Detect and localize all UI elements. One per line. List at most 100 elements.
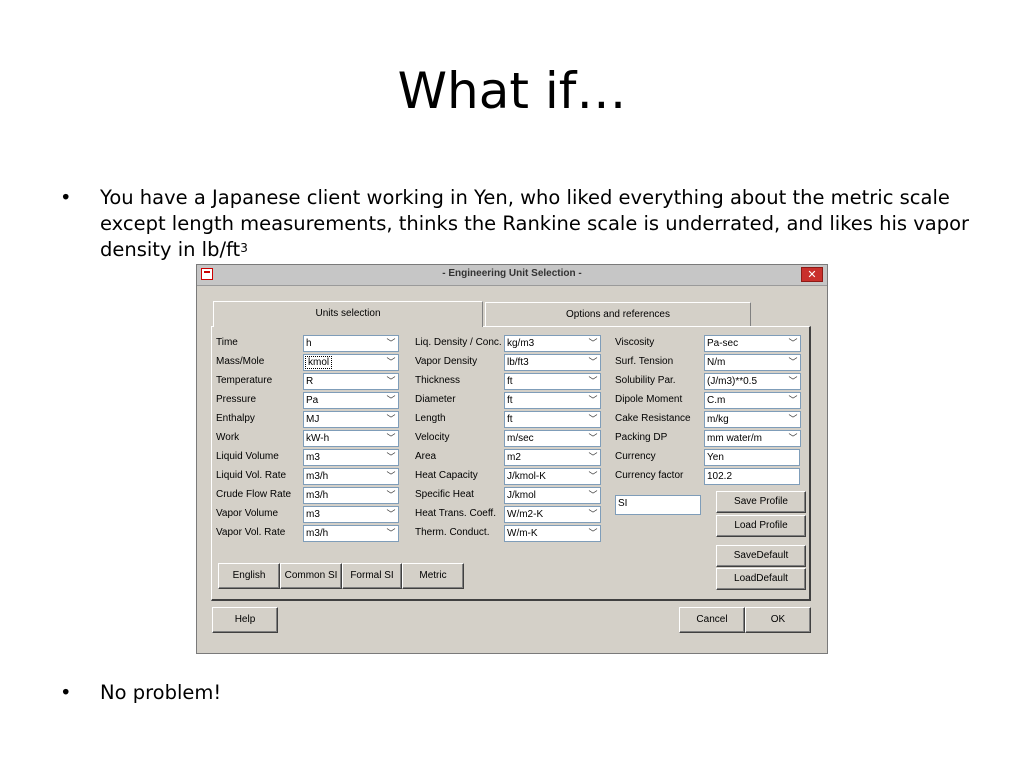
currency-label: Currency [615,451,656,462]
chevron-down-icon[interactable]: ﹀ [588,374,598,389]
unit-dropdown[interactable]: ft ﹀ [504,392,601,409]
chevron-down-icon[interactable]: ﹀ [386,355,396,370]
chevron-down-icon[interactable]: ﹀ [386,450,396,465]
dropdown-value: R [306,376,314,387]
unit-dropdown[interactable]: J/kmol ﹀ [504,487,601,504]
chevron-down-icon[interactable]: ﹀ [588,507,598,522]
bullet-text: No problem! [100,681,222,704]
help-button[interactable]: Help [212,607,278,633]
load-profile-button[interactable]: Load Profile [716,515,806,537]
unit-dropdown[interactable]: N/m ﹀ [704,354,801,371]
chevron-down-icon[interactable]: ﹀ [788,431,798,446]
unit-dropdown[interactable]: J/kmol-K ﹀ [504,468,601,485]
dropdown-value: lb/ft3 [507,357,529,368]
close-icon: ✕ [807,269,817,281]
formal-si-button[interactable]: Formal SI [342,563,402,589]
dropdown-value: m3 [306,509,320,520]
chevron-down-icon[interactable]: ﹀ [588,412,598,427]
unit-dropdown[interactable]: MJ ﹀ [303,411,399,428]
unit-dropdown[interactable]: m3 ﹀ [303,449,399,466]
unit-dropdown[interactable]: C.m ﹀ [704,392,801,409]
dropdown-value: ft [507,395,513,406]
chevron-down-icon[interactable]: ﹀ [788,336,798,351]
unit-label: Area [415,451,437,462]
dropdown-value: mm water/m [707,433,762,444]
unit-dropdown[interactable]: ft ﹀ [504,411,601,428]
chevron-down-icon[interactable]: ﹀ [386,336,396,351]
save-default-button[interactable]: SaveDefault [716,545,806,567]
cancel-button[interactable]: Cancel [679,607,745,633]
unit-dropdown[interactable]: mm water/m ﹀ [704,430,801,447]
unit-label: Viscosity [615,337,655,348]
chevron-down-icon[interactable]: ﹀ [386,431,396,446]
chevron-down-icon[interactable]: ﹀ [386,507,396,522]
dropdown-value: Pa [306,395,319,406]
chevron-down-icon[interactable]: ﹀ [588,431,598,446]
chevron-down-icon[interactable]: ﹀ [386,488,396,503]
chevron-down-icon[interactable]: ﹀ [588,488,598,503]
unit-dropdown[interactable]: kg/m3 ﹀ [504,335,601,352]
unit-dropdown[interactable]: m3/h ﹀ [303,468,399,485]
chevron-down-icon[interactable]: ﹀ [386,412,396,427]
unit-dropdown[interactable]: lb/ft3 ﹀ [504,354,601,371]
dropdown-value: W/m-K [507,528,538,539]
tab-units-selection[interactable]: Units selection [213,301,483,327]
dropdown-value: kmol [305,356,333,369]
unit-dropdown[interactable]: m3/h ﹀ [303,525,399,542]
unit-dropdown[interactable]: m/sec ﹀ [504,430,601,447]
dropdown-value: ft [507,376,513,387]
chevron-down-icon[interactable]: ﹀ [386,393,396,408]
unit-dropdown[interactable]: Pa-sec ﹀ [704,335,801,352]
dropdown-value: W/m2-K [507,509,544,520]
unit-dropdown[interactable]: m3 ﹀ [303,506,399,523]
unit-dropdown[interactable]: h ﹀ [303,335,399,352]
dropdown-value: MJ [306,414,320,425]
chevron-down-icon[interactable]: ﹀ [588,469,598,484]
ok-button[interactable]: OK [745,607,811,633]
unit-dropdown[interactable]: (J/m3)**0.5 ﹀ [704,373,801,390]
english-button[interactable]: English [218,563,280,589]
dropdown-value: m3/h [306,490,329,501]
unit-dropdown[interactable]: kmol ﹀ [303,354,399,371]
save-profile-button[interactable]: Save Profile [716,491,806,513]
metric-button[interactable]: Metric [402,563,464,589]
chevron-down-icon[interactable]: ﹀ [788,374,798,389]
unit-label: Dipole Moment [615,394,683,405]
unit-label: Liq. Density / Conc. [415,337,502,348]
chevron-down-icon[interactable]: ﹀ [386,469,396,484]
title-bar[interactable]: - Engineering Unit Selection - ✕ [197,265,827,286]
profile-name-field[interactable]: SI [615,495,701,515]
chevron-down-icon[interactable]: ﹀ [588,336,598,351]
unit-label: Diameter [415,394,456,405]
common-si-button[interactable]: Common SI [280,563,342,589]
chevron-down-icon[interactable]: ﹀ [788,412,798,427]
unit-dropdown[interactable]: Pa ﹀ [303,392,399,409]
unit-label: Specific Heat [415,489,474,500]
chevron-down-icon[interactable]: ﹀ [588,450,598,465]
unit-dropdown[interactable]: m2 ﹀ [504,449,601,466]
dropdown-value: (J/m3)**0.5 [707,376,758,387]
unit-dropdown[interactable]: W/m-K ﹀ [504,525,601,542]
chevron-down-icon[interactable]: ﹀ [588,393,598,408]
chevron-down-icon[interactable]: ﹀ [788,393,798,408]
close-button[interactable]: ✕ [801,267,823,282]
unit-dropdown[interactable]: kW-h ﹀ [303,430,399,447]
unit-dropdown[interactable]: R ﹀ [303,373,399,390]
dropdown-value: ft [507,414,513,425]
chevron-down-icon[interactable]: ﹀ [386,526,396,541]
unit-dropdown[interactable]: ft ﹀ [504,373,601,390]
currency-field[interactable]: Yen [704,449,800,466]
load-default-button[interactable]: LoadDefault [716,568,806,590]
unit-dropdown[interactable]: m/kg ﹀ [704,411,801,428]
chevron-down-icon[interactable]: ﹀ [588,526,598,541]
unit-dropdown[interactable]: m3/h ﹀ [303,487,399,504]
chevron-down-icon[interactable]: ﹀ [588,355,598,370]
chevron-down-icon[interactable]: ﹀ [788,355,798,370]
chevron-down-icon[interactable]: ﹀ [386,374,396,389]
unit-label: Packing DP [615,432,668,443]
unit-label: Heat Trans. Coeff. [415,508,496,519]
currency-factor-field[interactable]: 102.2 [704,468,800,485]
tab-options-and-references[interactable]: Options and references [485,302,751,326]
slide-title: What if… [397,62,627,120]
unit-dropdown[interactable]: W/m2-K ﹀ [504,506,601,523]
